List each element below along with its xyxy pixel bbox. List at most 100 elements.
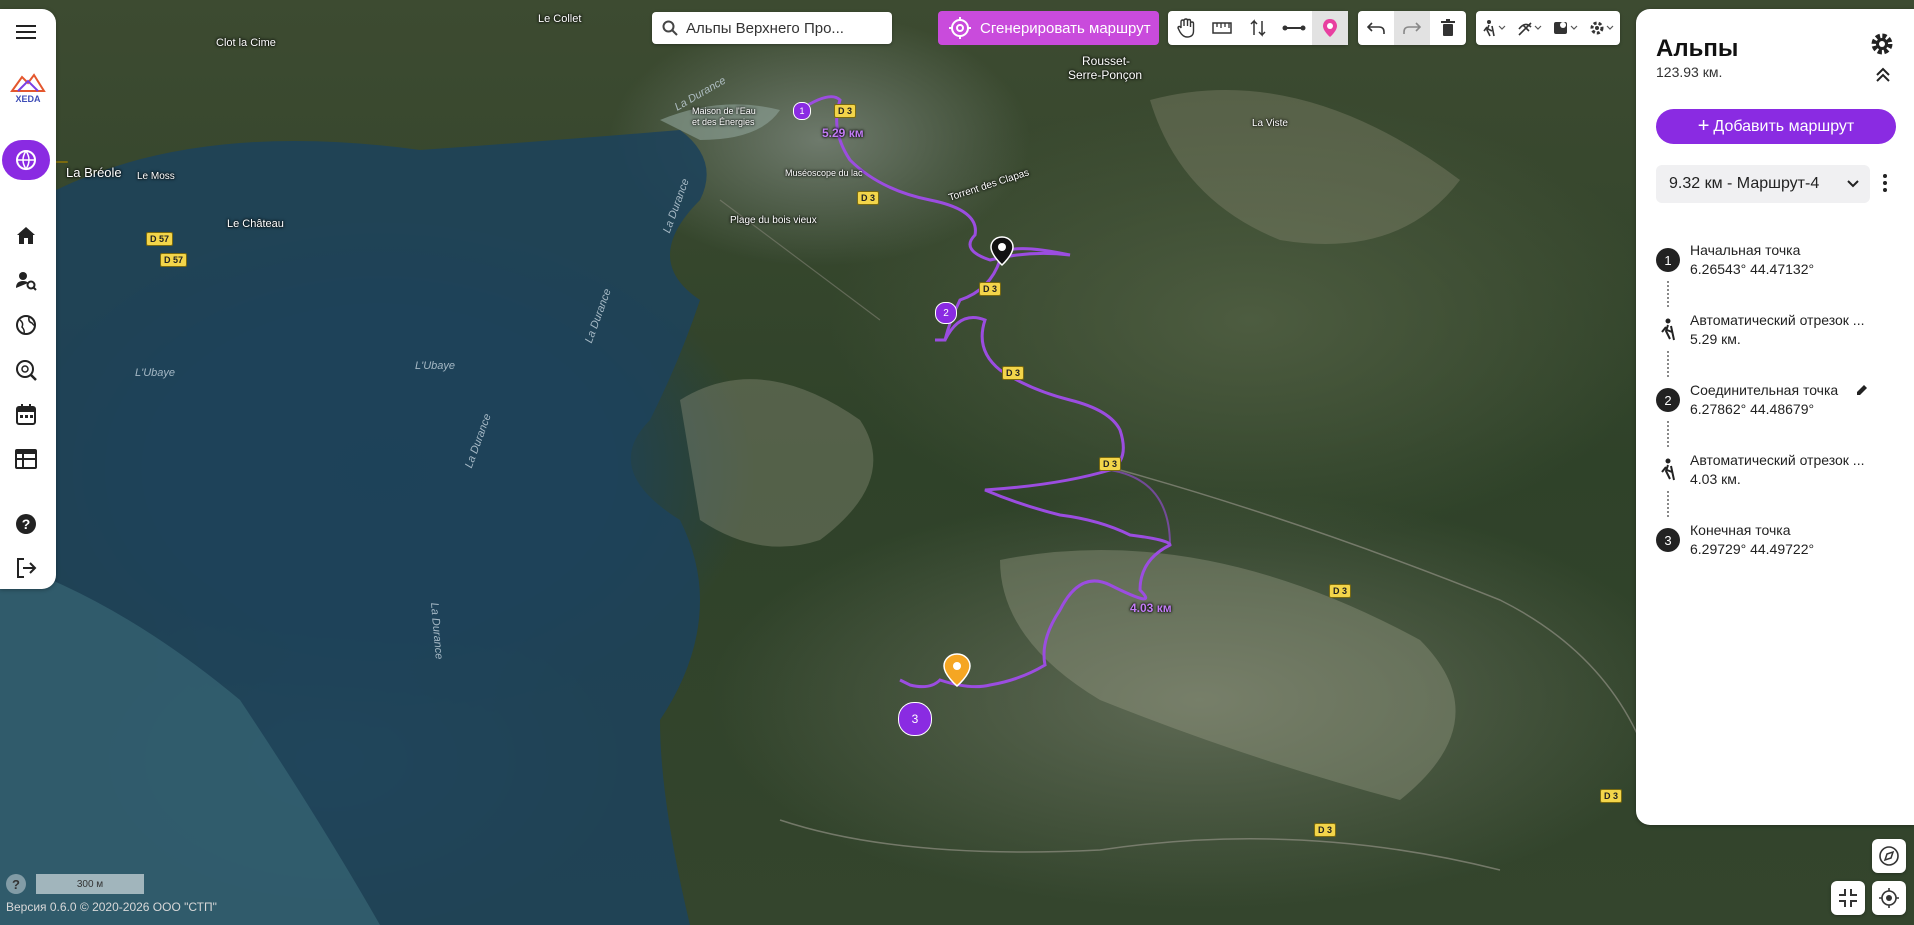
home-icon[interactable] [14,223,38,247]
layers-dropdown[interactable] [1548,11,1584,45]
segment-distance: 4.03 км. [1690,471,1741,487]
segment-tool-button[interactable] [1276,11,1312,45]
location-pin-icon[interactable] [990,236,1014,266]
waypoint-start[interactable]: 1 Начальная точка 6.26543° 44.47132° [1656,240,1896,280]
road-badge: D 3 [1099,457,1122,471]
route-marker-1[interactable]: 1 [793,102,811,120]
place-label: Le Moss [137,171,175,182]
waypoint-number: 2 [1656,388,1680,412]
satellite-route-icon [1518,22,1542,36]
road-badge: D 3 [1329,584,1352,598]
waypoint-number: 3 [1656,528,1680,552]
calendar-icon[interactable] [14,402,38,426]
waypoint-connection[interactable]: 2 Соединительная точка 6.27862° 44.48679… [1656,380,1896,420]
locate-icon [1879,888,1899,908]
segment-title: Автоматический отрезок ... [1690,312,1865,328]
map-canvas[interactable]: Le Collet Clot la Cime La Bréole Le Moss… [0,0,1914,925]
road-badge: D 3 [834,104,857,118]
place-label: Le Château [227,218,284,230]
plus-icon: + [1697,115,1710,137]
route-select[interactable]: 9.32 км - Маршрут-4 [1656,165,1870,203]
logo-text: XEDA [15,94,41,104]
redo-icon [1403,22,1421,34]
track-mode-dropdown[interactable] [1512,11,1548,45]
ruler-tool-button[interactable] [1204,11,1240,45]
redo-button[interactable] [1394,11,1430,45]
route-draw-tool-button[interactable] [1312,11,1348,45]
place-label: La Viste [1252,118,1288,129]
segment-auto-2[interactable]: Автоматический отрезок ... 4.03 км. [1656,450,1896,490]
map-scale: 300 м [36,874,144,894]
pan-tool-button[interactable] [1168,11,1204,45]
gear-icon[interactable] [1869,31,1895,57]
globe-icon[interactable] [14,313,38,337]
map-tools-group [1168,11,1348,45]
logo[interactable]: XEDA [8,69,48,109]
map-layers-icon [1554,22,1578,34]
logout-icon[interactable] [14,556,38,580]
waypoint-title: Соединительная точка [1690,382,1839,398]
delete-button[interactable] [1430,11,1466,45]
location-pin-icon[interactable] [943,653,971,687]
collapse-up-icon[interactable] [1875,67,1891,83]
place-label: Rousset- [1082,54,1131,68]
globe-search-icon[interactable] [14,358,38,382]
hiking-mode-dropdown[interactable] [1476,11,1512,45]
compass-button[interactable] [1872,839,1906,873]
locate-button[interactable] [1872,881,1906,915]
line-segment-icon [1282,25,1306,31]
waypoint-title: Начальная точка [1690,242,1801,258]
place-label: Le Collet [538,13,582,25]
route-pin-icon [1323,19,1337,37]
road-badge: D 3 [857,191,880,205]
fullscreen-exit-button[interactable] [1831,881,1865,915]
place-label: La Bréole [66,165,122,180]
road-badge: D 3 [1600,789,1623,803]
road-badge: D 3 [1314,823,1337,837]
segment-auto-1[interactable]: Автоматический отрезок ... 5.29 км. [1656,310,1896,350]
route-marker-3[interactable]: 3 [898,702,932,736]
user-search-icon[interactable] [14,268,38,292]
search-input[interactable] [684,18,868,38]
elevation-tool-button[interactable] [1240,11,1276,45]
pencil-icon[interactable] [1856,384,1868,396]
help-circle-icon[interactable]: ? [14,512,38,536]
connector-dots [1667,421,1671,447]
undo-button[interactable] [1358,11,1394,45]
table-icon[interactable] [14,447,38,471]
connector-dots [1667,491,1671,517]
hiker-icon [1661,318,1675,341]
route-select-value: 9.32 км - Маршрут-4 [1669,175,1820,192]
waypoint-end[interactable]: 3 Конечная точка 6.29729° 44.49722° [1656,520,1896,560]
add-route-button[interactable]: + Добавить маршрут [1656,109,1896,144]
help-icon[interactable]: ? [6,874,26,894]
menu-icon[interactable] [14,20,38,44]
route-marker-2[interactable]: 2 [935,302,957,324]
search-box[interactable] [652,12,892,44]
segment-distance-label: 4.03 км [1130,601,1172,615]
place-label: Serre-Ponçon [1068,68,1143,82]
history-tools-group [1358,11,1466,45]
hiker-icon [1483,20,1506,37]
waypoint-coords: 6.29729° 44.49722° [1690,541,1815,557]
ruler-icon [1212,22,1232,34]
waypoint-number: 1 [1656,248,1680,272]
swap-vertical-icon [1250,19,1266,37]
fullscreen-exit-icon [1839,889,1857,907]
settings-dropdown[interactable] [1584,11,1620,45]
generate-route-button[interactable]: Сгенерировать маршрут [938,11,1159,45]
generate-route-label: Сгенерировать маршрут [980,19,1151,37]
version-text: Версия 0.6.0 © 2020-2026 ООО "СТП" [6,900,217,914]
place-label: Muséoscope du lac [785,168,863,178]
connector-dots [1667,281,1671,307]
chevron-down-icon [1847,180,1859,188]
trash-icon [1441,19,1455,36]
waypoint-coords: 6.26543° 44.47132° [1690,261,1815,277]
road-badge: D 3 [979,282,1002,296]
hiker-icon [1661,458,1675,481]
place-label: Maison de l'Eau [692,106,756,116]
segment-distance-label: 5.29 км [822,126,864,140]
more-vertical-icon[interactable] [1882,173,1888,193]
road-badge: D 57 [160,253,188,267]
place-label: Clot la Cime [216,37,276,49]
